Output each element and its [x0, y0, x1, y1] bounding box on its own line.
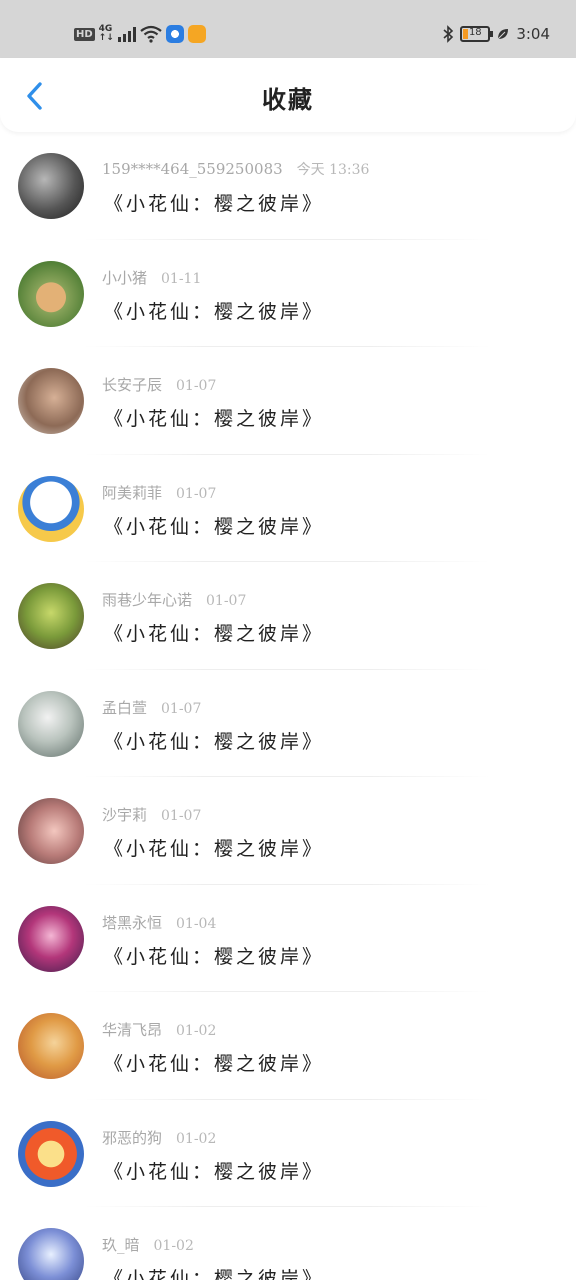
- avatar[interactable]: [18, 1228, 84, 1280]
- list-item[interactable]: 邪恶的狗 01-02 《小花仙：樱之彼岸》: [0, 1100, 576, 1207]
- avatar[interactable]: [18, 153, 84, 219]
- favorite-title[interactable]: 《小花仙：樱之彼岸》: [104, 297, 324, 324]
- list-item[interactable]: 雨巷少年心诺 01-07 《小花仙：樱之彼岸》: [0, 562, 576, 670]
- avatar[interactable]: [18, 1120, 84, 1187]
- battery-icon: 18: [460, 26, 494, 42]
- clock: 3:04: [516, 25, 550, 43]
- username[interactable]: 小小猪: [102, 269, 147, 287]
- item-meta: 阿美莉菲 01-07: [102, 482, 216, 503]
- list-item[interactable]: 玖_暗 01-02 《小花仙：樱之彼岸》: [0, 1207, 576, 1280]
- username[interactable]: 阿美莉菲: [102, 484, 162, 502]
- signal-icon: [117, 26, 136, 42]
- timestamp: 今天 13:36: [296, 162, 370, 178]
- favorite-title[interactable]: 《小花仙：樱之彼岸》: [104, 189, 324, 216]
- browser-app-icon: [165, 25, 184, 43]
- username[interactable]: 华清飞昂: [102, 1021, 162, 1039]
- item-meta: 159****464_559250083 今天 13:36: [102, 159, 369, 179]
- favorite-title[interactable]: 《小花仙：樱之彼岸》: [104, 727, 324, 754]
- item-meta: 华清飞昂 01-02: [102, 1019, 216, 1040]
- wifi-icon: [140, 25, 162, 43]
- username[interactable]: 沙宇莉: [102, 806, 147, 824]
- favorite-title[interactable]: 《小花仙：樱之彼岸》: [104, 1049, 324, 1076]
- username[interactable]: 玖_暗: [102, 1236, 140, 1254]
- item-meta: 邪恶的狗 01-02: [102, 1127, 216, 1148]
- page-title: 收藏: [262, 85, 314, 114]
- avatar[interactable]: [18, 368, 84, 434]
- battery-level: 18: [468, 27, 482, 38]
- status-icons-left: HD 4G ↑↓: [74, 22, 206, 46]
- notification-app-icon: [187, 25, 206, 43]
- item-meta: 长安子辰 01-07: [102, 374, 216, 395]
- username[interactable]: 孟白萱: [102, 699, 147, 717]
- list-item[interactable]: 沙宇莉 01-07 《小花仙：樱之彼岸》: [0, 777, 576, 885]
- avatar[interactable]: [18, 260, 84, 327]
- favorite-title[interactable]: 《小花仙：樱之彼岸》: [104, 1157, 324, 1184]
- list-item[interactable]: 孟白萱 01-07 《小花仙：樱之彼岸》: [0, 670, 576, 777]
- item-meta: 玖_暗 01-02: [102, 1234, 194, 1255]
- list-item[interactable]: 长安子辰 01-07 《小花仙：樱之彼岸》: [0, 347, 576, 455]
- avatar[interactable]: [18, 690, 84, 757]
- timestamp: 01-07: [206, 593, 247, 609]
- timestamp: 01-02: [176, 1130, 217, 1147]
- list-item[interactable]: 159****464_559250083 今天 13:36 《小花仙：樱之彼岸》: [0, 132, 576, 240]
- favorite-title[interactable]: 《小花仙：樱之彼岸》: [104, 834, 324, 861]
- item-meta: 小小猪 01-11: [102, 267, 201, 288]
- timestamp: 01-07: [161, 700, 202, 717]
- avatar[interactable]: [18, 798, 84, 864]
- avatar[interactable]: [18, 583, 84, 649]
- username[interactable]: 长安子辰: [102, 376, 162, 394]
- status-bar: HD 4G ↑↓ 18 3:04: [0, 0, 576, 58]
- timestamp: 01-02: [176, 1023, 217, 1039]
- favorite-title[interactable]: 《小花仙：樱之彼岸》: [104, 1264, 324, 1280]
- timestamp: 01-02: [153, 1238, 194, 1254]
- favorite-title[interactable]: 《小花仙：樱之彼岸》: [104, 942, 324, 969]
- header: 收藏: [0, 58, 576, 132]
- username[interactable]: 邪恶的狗: [102, 1129, 162, 1147]
- favorite-title[interactable]: 《小花仙：樱之彼岸》: [104, 619, 324, 646]
- avatar[interactable]: [18, 905, 84, 972]
- network-type: 4G ↑↓: [98, 24, 114, 43]
- item-meta: 沙宇莉 01-07: [102, 804, 201, 825]
- favorite-title[interactable]: 《小花仙：樱之彼岸》: [104, 512, 324, 539]
- timestamp: 01-07: [161, 808, 202, 824]
- timestamp: 01-11: [161, 270, 202, 287]
- list-item[interactable]: 华清飞昂 01-02 《小花仙：樱之彼岸》: [0, 992, 576, 1100]
- timestamp: 01-07: [176, 485, 217, 502]
- hd-badge: HD: [74, 27, 95, 41]
- list-item[interactable]: 阿美莉菲 01-07 《小花仙：樱之彼岸》: [0, 455, 576, 562]
- status-icons-right: 18 3:04: [442, 22, 550, 46]
- avatar[interactable]: [18, 475, 84, 542]
- list-item[interactable]: 小小猪 01-11 《小花仙：樱之彼岸》: [0, 240, 576, 347]
- list-item[interactable]: 塔黑永恒 01-04 《小花仙：樱之彼岸》: [0, 885, 576, 992]
- username[interactable]: 塔黑永恒: [102, 914, 162, 932]
- timestamp: 01-07: [176, 378, 217, 394]
- favorites-list: 159****464_559250083 今天 13:36 《小花仙：樱之彼岸》 小小…: [0, 132, 576, 1280]
- item-meta: 塔黑永恒 01-04: [102, 912, 216, 933]
- item-meta: 孟白萱 01-07: [102, 697, 201, 718]
- username[interactable]: 159****464_559250083: [102, 160, 283, 178]
- leaf-icon: [497, 29, 509, 40]
- avatar[interactable]: [18, 1013, 84, 1079]
- timestamp: 01-04: [176, 915, 217, 932]
- item-meta: 雨巷少年心诺 01-07: [102, 589, 246, 610]
- favorite-title[interactable]: 《小花仙：樱之彼岸》: [104, 404, 324, 431]
- username[interactable]: 雨巷少年心诺: [102, 591, 192, 609]
- bluetooth-icon: [443, 25, 454, 43]
